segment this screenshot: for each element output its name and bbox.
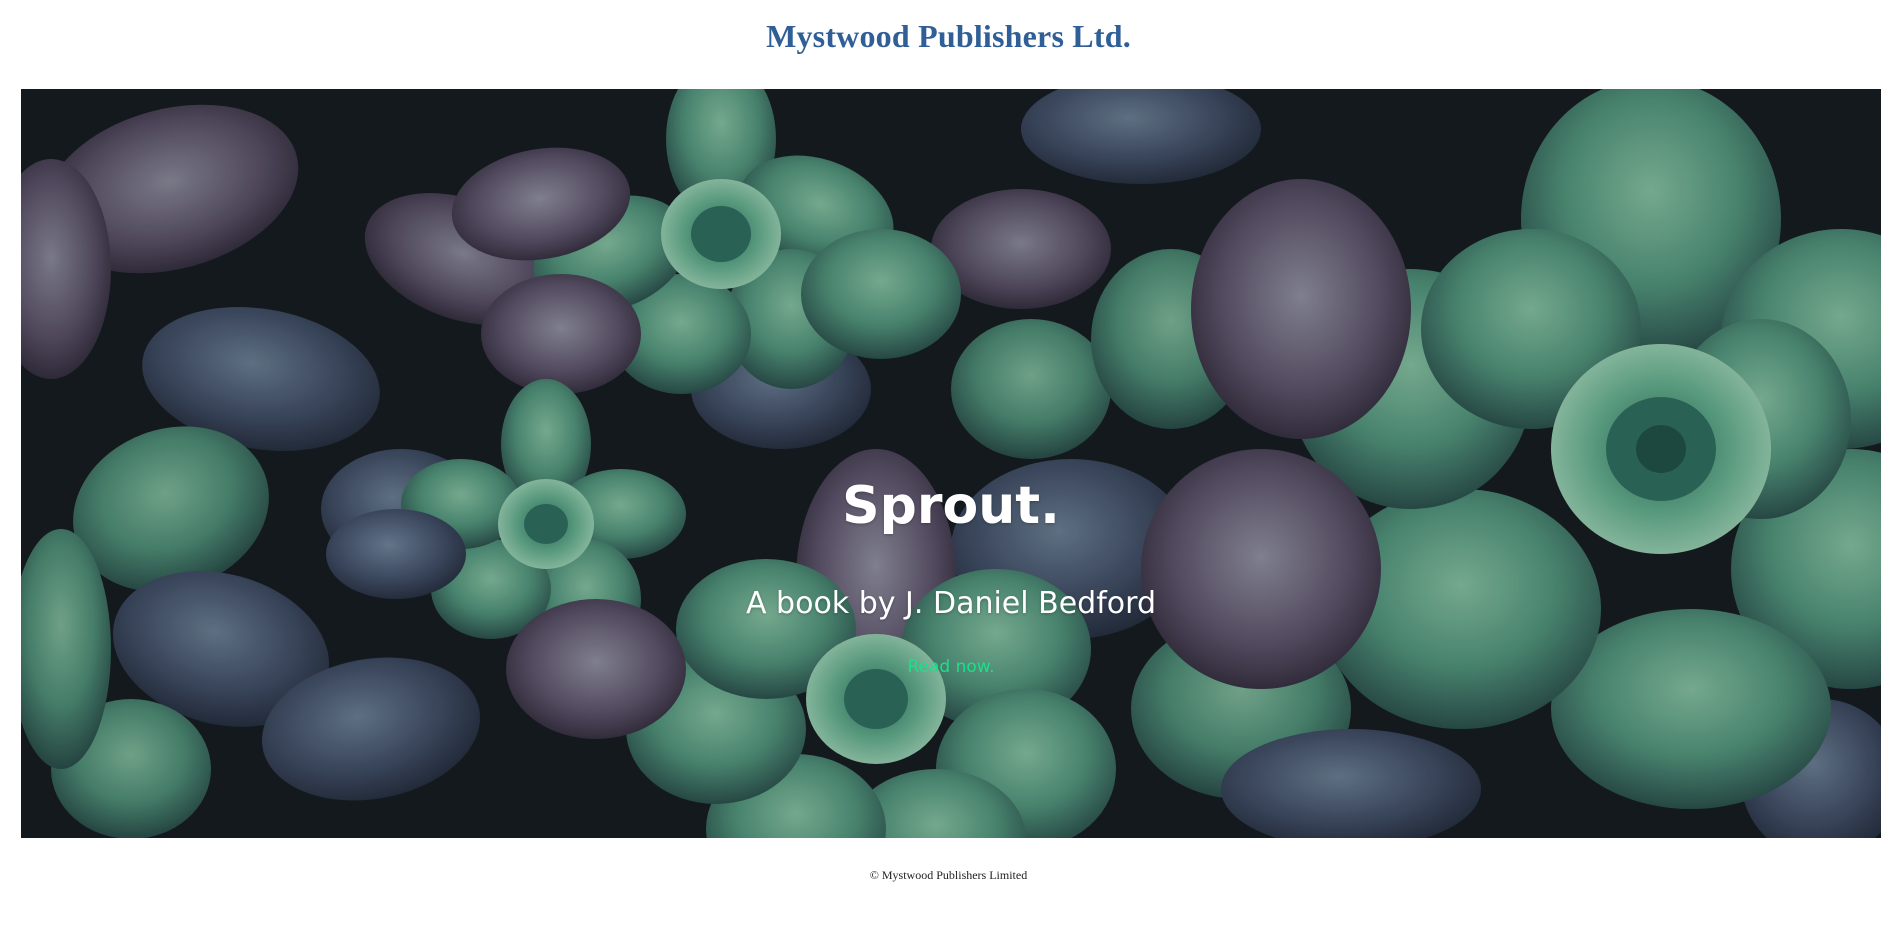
page: Mystwood Publishers Ltd. Sprout. A book … xyxy=(0,0,1897,926)
hero-banner: Sprout. A book by J. Daniel Bedford Read… xyxy=(21,89,1881,838)
footer-copyright: © Mystwood Publishers Limited xyxy=(869,868,1028,882)
book-subtitle: A book by J. Daniel Bedford xyxy=(746,586,1156,621)
hero-content: Sprout. A book by J. Daniel Bedford Read… xyxy=(21,89,1881,838)
book-title: Sprout. xyxy=(842,476,1060,536)
read-now-link[interactable]: Read now. xyxy=(21,657,1881,677)
site-title: Mystwood Publishers Ltd. xyxy=(766,18,1131,54)
